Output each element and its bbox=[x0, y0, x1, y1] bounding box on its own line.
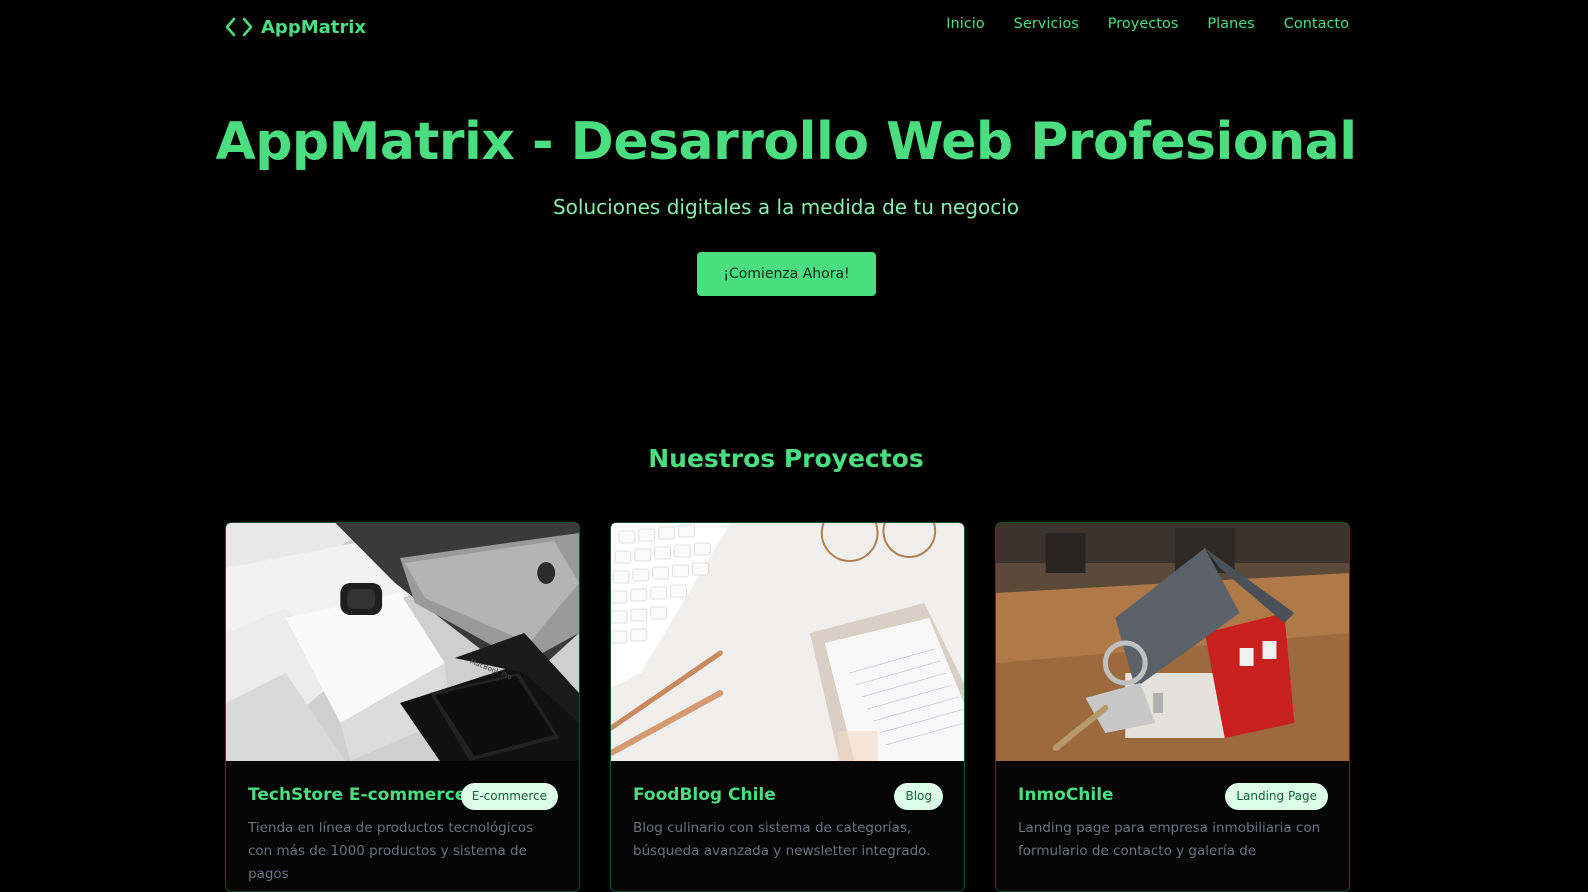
card-description: Landing page para empresa inmobiliaria c… bbox=[1018, 820, 1321, 859]
hero-subtitle: Soluciones digitales a la medida de tu n… bbox=[552, 195, 1019, 219]
card-title: InmoChile bbox=[1018, 785, 1114, 805]
category-badge: E-commerce bbox=[460, 783, 558, 810]
cta-button[interactable]: ¡Comienza Ahora! bbox=[697, 252, 876, 296]
card-description: Blog culinario con sistema de categorías… bbox=[633, 820, 931, 859]
navbar: AppMatrix Inicio Servicios Proyectos Pla… bbox=[0, 0, 1588, 54]
nav-link-servicios[interactable]: Servicios bbox=[1014, 16, 1079, 32]
desk-keyboard-photo bbox=[611, 523, 964, 761]
nav-link-proyectos[interactable]: Proyectos bbox=[1108, 16, 1179, 32]
nav-link-planes[interactable]: Planes bbox=[1207, 16, 1254, 32]
nav-link-inicio[interactable]: Inicio bbox=[946, 16, 984, 32]
section-title: Nuestros Proyectos bbox=[648, 444, 924, 473]
card-title: FoodBlog Chile bbox=[633, 785, 776, 805]
project-card-foodblog[interactable]: FoodBlog Chile Blog Blog culinario con s… bbox=[610, 522, 965, 892]
brand-logo[interactable]: AppMatrix bbox=[225, 13, 366, 41]
house-keys-photo bbox=[996, 523, 1349, 761]
tech-products-photo: MacBook Pro bbox=[226, 523, 579, 761]
code-brackets-icon bbox=[225, 17, 253, 37]
brand-name: AppMatrix bbox=[261, 16, 367, 38]
nav-link-contacto[interactable]: Contacto bbox=[1284, 16, 1349, 32]
project-card-inmochile[interactable]: InmoChile Landing Page Landing page para… bbox=[995, 522, 1350, 892]
card-description: Tienda en línea de productos tecnológico… bbox=[248, 820, 534, 882]
category-badge: Blog bbox=[894, 783, 943, 810]
category-badge: Landing Page bbox=[1225, 783, 1328, 810]
nav-links: Inicio Servicios Proyectos Planes Contac… bbox=[946, 16, 1349, 32]
card-title: TechStore E-commerce bbox=[248, 785, 467, 805]
project-card-techstore[interactable]: MacBook Pro TechStore E-commerce E-comme… bbox=[225, 522, 580, 892]
hero-title: AppMatrix - Desarrollo Web Profesional bbox=[215, 112, 1357, 172]
